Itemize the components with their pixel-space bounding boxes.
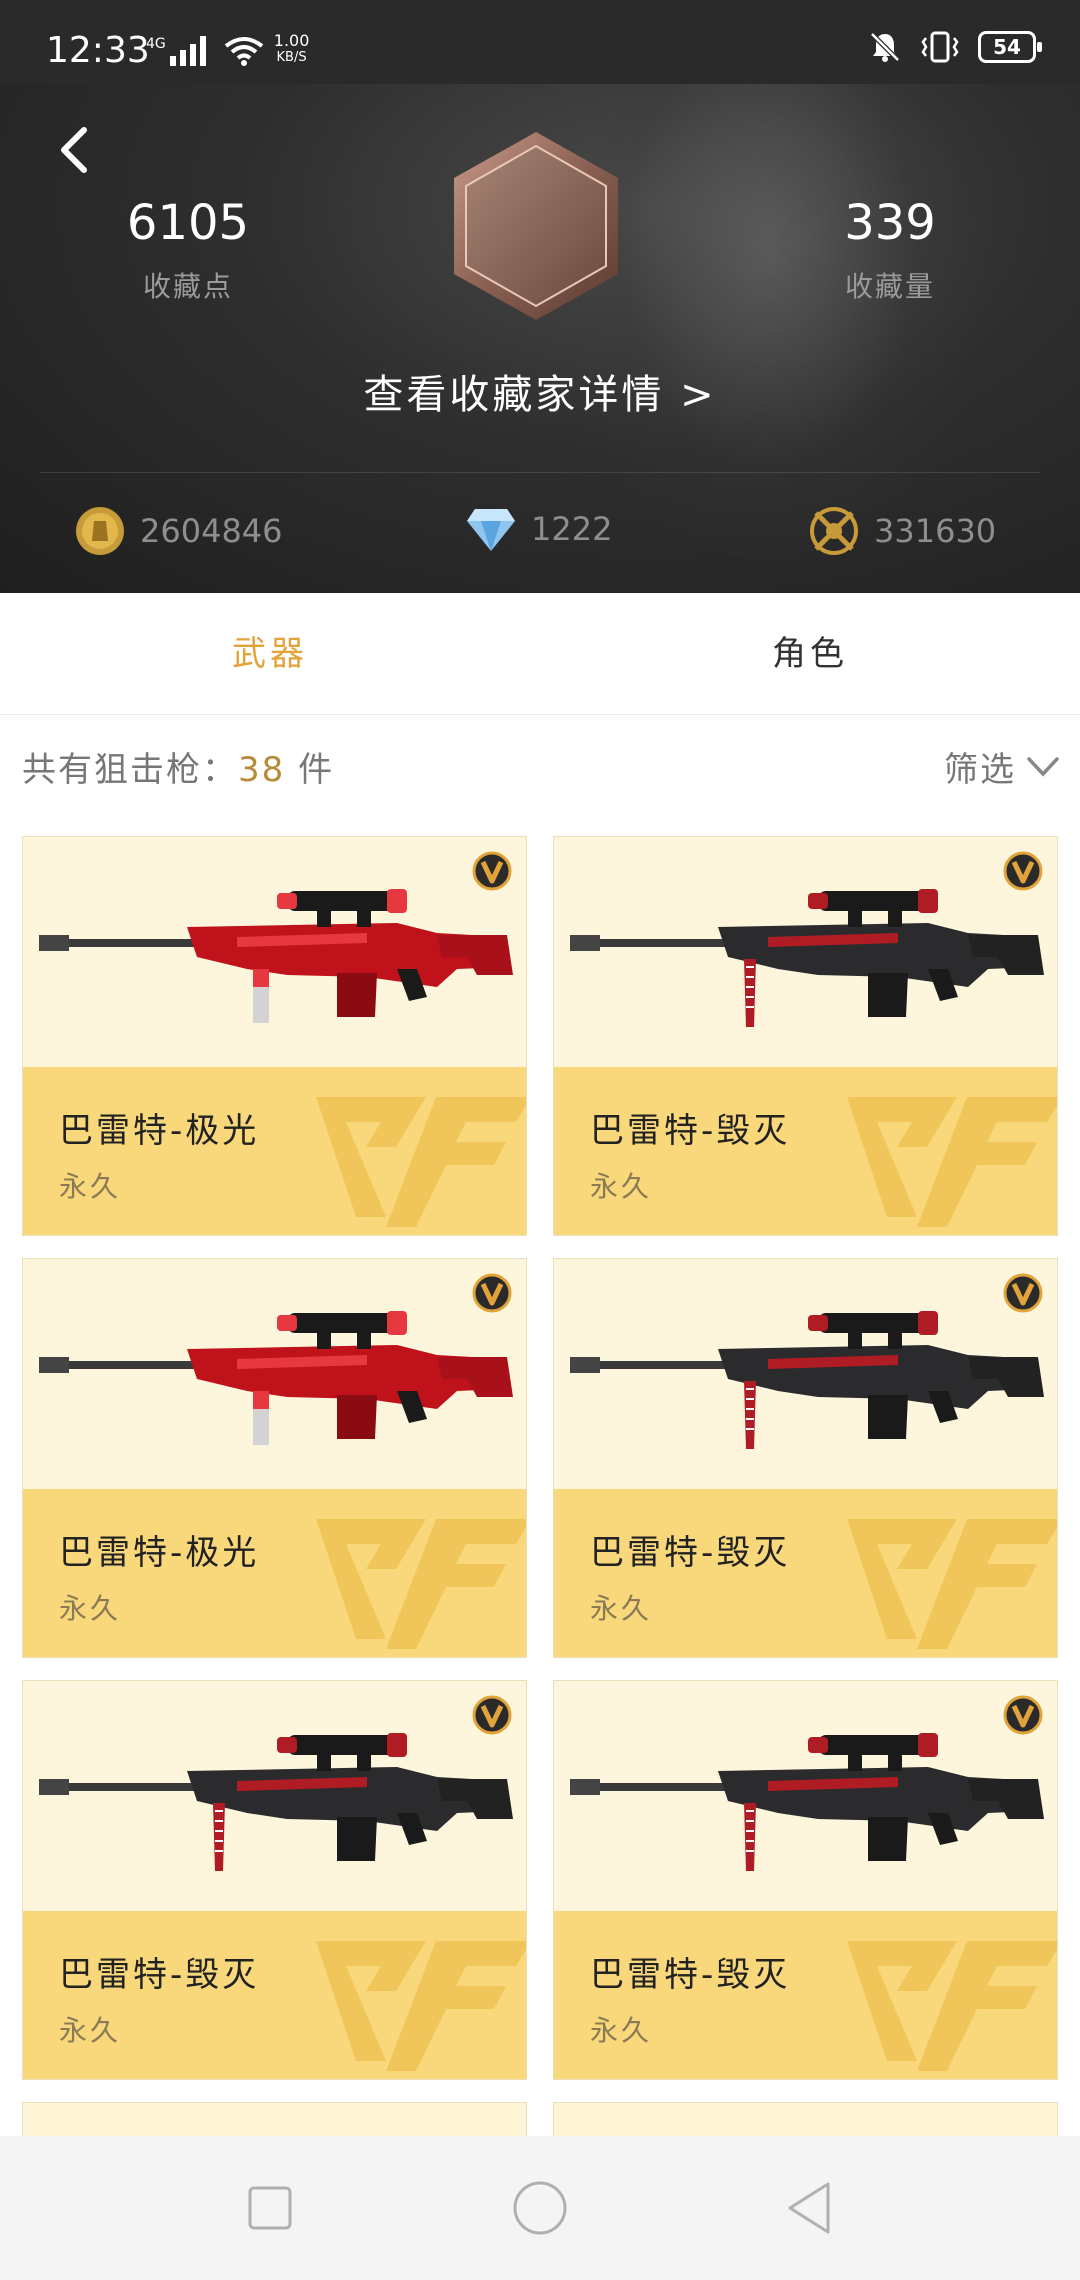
ticket-currency: 331630	[808, 505, 996, 557]
header-divider	[40, 472, 1040, 473]
cf-logo-watermark-icon	[316, 1097, 526, 1227]
collector-details-link[interactable]: 查看收藏家详情 >	[0, 362, 1080, 420]
vip-badge-icon	[472, 1695, 512, 1735]
back-arrow-icon[interactable]	[46, 120, 106, 180]
speed-value: 1.00	[273, 31, 310, 50]
tab-weapons[interactable]: 武器	[0, 593, 540, 715]
wifi-icon	[224, 37, 263, 66]
network-indicator: 4G	[146, 36, 206, 66]
category-tabs: 武器 角色	[0, 593, 1080, 715]
collection-points-label: 收藏点	[142, 270, 233, 303]
vip-badge-icon	[1003, 1695, 1043, 1735]
diamond-currency: 1222	[465, 505, 612, 553]
weapon-name: 巴雷特-毁灭	[590, 1955, 791, 1995]
home-icon[interactable]	[510, 2178, 570, 2238]
collection-points-stat: 6105 收藏点	[58, 195, 318, 305]
collection-points-value: 6105	[126, 195, 250, 251]
weapon-name: 巴雷特-毁灭	[59, 1955, 260, 1995]
weapon-name: 巴雷特-极光	[59, 1533, 260, 1573]
weapon-grid: 巴雷特-极光 永久 巴雷特-毁灭 永久 巴雷特-极光 永久 巴雷特-毁灭 永久 …	[22, 836, 1058, 2142]
weapon-info-area: 巴雷特-毁灭 永久	[554, 1489, 1057, 1657]
collection-count-stat: 339 收藏量	[760, 195, 1020, 305]
weapon-image-area	[23, 1259, 526, 1489]
status-right-icons: 54	[868, 30, 1042, 64]
chevron-down-icon	[1027, 756, 1059, 777]
gold-coin-icon	[76, 507, 124, 555]
weapon-card[interactable]: 巴雷特-毁灭 永久	[553, 1258, 1058, 1658]
sniper-rifle-icon	[39, 889, 513, 1023]
weapon-card[interactable]: 巴雷特-极光 永久	[22, 836, 527, 1236]
weapon-info-area: 巴雷特-极光 永久	[23, 1489, 526, 1657]
system-nav-bar	[0, 2136, 1080, 2280]
filter-button[interactable]: 筛选	[944, 742, 1060, 791]
weapon-card[interactable]: 巴雷特-毁灭 永久	[553, 836, 1058, 1236]
vip-badge-icon	[1003, 851, 1043, 891]
nav-back-icon[interactable]	[780, 2178, 840, 2238]
weapon-duration: 永久	[59, 2014, 122, 2047]
cf-logo-watermark-icon	[847, 1097, 1057, 1227]
weapon-image-area	[554, 1681, 1057, 1911]
cf-logo-watermark-icon	[847, 1519, 1057, 1649]
vip-badge-icon	[472, 1273, 512, 1313]
cf-logo-watermark-icon	[847, 1941, 1057, 2071]
item-count-summary: 共有狙击枪：38 件	[22, 742, 334, 791]
weapon-image-area	[554, 837, 1057, 1067]
vip-badge-icon	[472, 851, 512, 891]
status-bar: 12:33 4G 1.00 KB/S 54	[0, 0, 1080, 84]
weapon-info-area: 巴雷特-极光 永久	[23, 1067, 526, 1235]
vip-badge-icon	[1003, 1273, 1043, 1313]
weapon-name: 巴雷特-毁灭	[590, 1111, 791, 1151]
sniper-rifle-icon	[39, 1311, 513, 1445]
weapon-image-area	[23, 837, 526, 1067]
weapon-duration: 永久	[59, 1170, 122, 1203]
cf-logo-watermark-icon	[316, 1941, 526, 2071]
mute-bell-icon	[870, 32, 900, 62]
sniper-rifle-icon	[39, 1733, 513, 1871]
weapon-duration: 永久	[59, 1592, 122, 1625]
cf-logo-watermark-icon	[316, 1519, 526, 1649]
recent-apps-icon[interactable]	[240, 2178, 300, 2238]
weapon-image-area	[554, 1259, 1057, 1489]
summary-count: 38	[238, 750, 286, 790]
diamond-value: 1222	[531, 510, 613, 548]
weapon-duration: 永久	[590, 2014, 653, 2047]
sniper-rifle-icon	[570, 1733, 1044, 1871]
summary-prefix: 共有狙击枪：	[22, 750, 238, 790]
speed-unit: KB/S	[276, 50, 307, 65]
weapon-card[interactable]: 巴雷特-毁灭 永久	[553, 1680, 1058, 2080]
tab-roles[interactable]: 角色	[540, 593, 1080, 715]
ticket-value: 331630	[874, 512, 997, 550]
network-speed: 1.00 KB/S	[274, 32, 310, 66]
collector-rank-badge-icon[interactable]	[448, 128, 624, 324]
signal-icon	[169, 36, 206, 66]
weapon-name: 巴雷特-极光	[59, 1111, 260, 1151]
crossed-guns-icon	[810, 507, 858, 555]
weapon-info-area: 巴雷特-毁灭 永久	[554, 1911, 1057, 2079]
weapon-name: 巴雷特-毁灭	[590, 1533, 791, 1573]
sniper-rifle-icon	[570, 889, 1044, 1027]
gold-value: 2604846	[140, 512, 283, 550]
battery-indicator: 54	[978, 31, 1042, 63]
weapon-duration: 永久	[590, 1592, 653, 1625]
summary-suffix: 件	[285, 750, 335, 790]
weapon-card[interactable]: 巴雷特-毁灭 永久	[22, 1680, 527, 2080]
profile-header: 12:33 4G 1.00 KB/S 54 6105 收藏点 339 收藏量 查…	[0, 0, 1080, 593]
status-left-icons: 4G 1.00 KB/S	[146, 32, 309, 66]
weapon-duration: 永久	[590, 1170, 653, 1203]
weapon-image-area	[23, 1681, 526, 1911]
sniper-rifle-icon	[570, 1311, 1044, 1449]
vibrate-icon	[921, 31, 959, 63]
weapon-card[interactable]: 巴雷特-极光 永久	[22, 1258, 527, 1658]
weapon-info-area: 巴雷特-毁灭 永久	[23, 1911, 526, 2079]
status-time: 12:33	[46, 30, 150, 71]
network-type: 4G	[146, 36, 166, 52]
collection-count-label: 收藏量	[844, 270, 935, 303]
weapon-info-area: 巴雷特-毁灭 永久	[554, 1067, 1057, 1235]
gold-currency: 2604846	[74, 505, 283, 557]
collection-count-value: 339	[844, 195, 936, 251]
filter-label: 筛选	[944, 750, 1016, 790]
diamond-icon	[467, 509, 515, 551]
